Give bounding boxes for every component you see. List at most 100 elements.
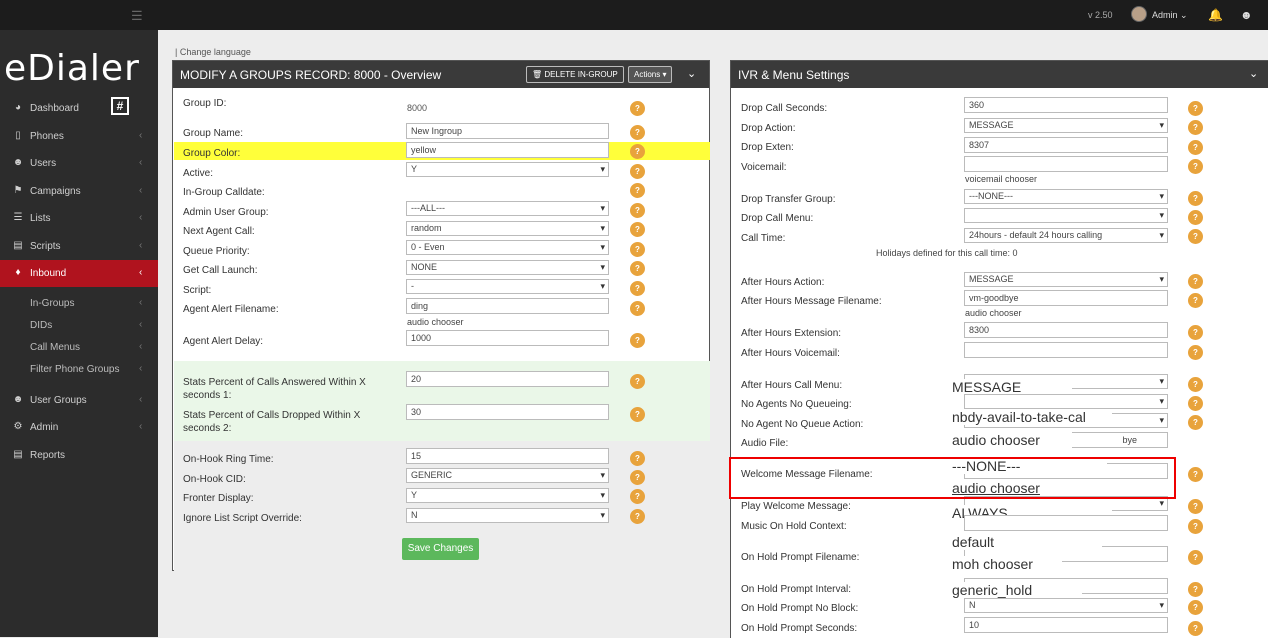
help-icon[interactable]: ? [1188,293,1203,308]
help-icon[interactable]: ? [630,203,645,218]
hold-prompt-seconds-input[interactable]: 10 [964,617,1168,633]
help-icon[interactable]: ? [630,281,645,296]
save-changes-button[interactable]: Save Changes [402,538,479,560]
onhook-cid-select[interactable]: GENERIC [406,468,609,483]
help-icon[interactable]: ? [630,125,645,140]
help-icon[interactable]: ? [1188,101,1203,116]
change-language-link[interactable]: | Change language [175,47,251,57]
help-icon[interactable]: ? [1188,621,1203,636]
group-color-input[interactable]: yellow [406,142,609,158]
sidebar-subitem-dids[interactable]: DIDs [30,320,52,331]
help-icon[interactable]: ? [630,164,645,179]
queue-priority-select[interactable]: 0 - Even [406,240,609,255]
audio-chooser-link[interactable]: audio chooser [407,317,464,327]
sidebar-item-user-groups[interactable]: ☻ User Groups ‹ [0,387,158,414]
avatar[interactable] [1131,6,1147,22]
help-icon[interactable]: ? [1188,345,1203,360]
stats-dropped-input[interactable]: 30 [406,404,609,420]
help-icon[interactable]: ? [630,470,645,485]
user-menu[interactable]: Admin ⌄ [1152,10,1188,21]
help-icon[interactable]: ? [630,333,645,348]
help-icon[interactable]: ? [630,301,645,316]
help-icon[interactable]: ? [1188,120,1203,135]
help-icon[interactable]: ? [630,222,645,237]
hold-prompt-no-block-select[interactable]: N [964,598,1168,613]
help-icon[interactable]: ? [1188,140,1203,155]
help-icon[interactable]: ? [630,101,645,116]
help-icon[interactable]: ? [1188,499,1203,514]
drop-transfer-group-select[interactable]: ---NONE--- [964,189,1168,204]
sidebar-item-scripts[interactable]: ▤ Scripts ‹ [0,233,158,260]
script-select[interactable]: - [406,279,609,294]
sidebar-item-lists[interactable]: ☰ Lists ‹ [0,205,158,232]
sidebar-item-reports[interactable]: ▤ Reports [0,442,158,469]
help-icon[interactable]: ? [1188,415,1203,430]
help-icon[interactable]: ? [1188,274,1203,289]
next-agent-call-select[interactable]: random [406,221,609,236]
after-hours-message-input[interactable]: vm-goodbye [964,290,1168,306]
help-icon[interactable]: ? [630,242,645,257]
help-icon[interactable]: ? [630,374,645,389]
sidebar-item-campaigns[interactable]: ⚑ Campaigns ‹ [0,178,158,205]
chevron-down-icon[interactable]: ⌄ [687,67,696,80]
get-call-launch-select[interactable]: NONE [406,260,609,275]
sidebar-item-dashboard[interactable]: ◕ Dashboard [0,95,158,122]
help-icon[interactable]: ? [1188,325,1203,340]
help-icon[interactable]: ? [1188,377,1203,392]
sidebar-item-inbound[interactable]: ♦ Inbound ‹ [0,260,158,287]
moh-chooser-link[interactable]: moh chooser [952,556,1062,572]
help-icon[interactable]: ? [1188,582,1203,597]
help-icon[interactable]: ? [630,489,645,504]
drop-call-seconds-input[interactable]: 360 [964,97,1168,113]
help-icon[interactable]: ? [1188,229,1203,244]
sidebar-subitem-call-menus[interactable]: Call Menus [30,342,80,353]
after-hours-extension-input[interactable]: 8300 [964,322,1168,338]
group-name-input[interactable]: New Ingroup [406,123,609,139]
moh-context-input[interactable] [964,515,1168,531]
call-time-select[interactable]: 24hours - default 24 hours calling [964,228,1168,243]
sidebar-item-phones[interactable]: ▯ Phones ‹ [0,123,158,150]
active-select[interactable]: Y [406,162,609,177]
sidebar-subitem-in-groups[interactable]: In-Groups [30,298,74,309]
chevron-left-icon: ‹ [139,394,143,405]
audio-chooser-link[interactable]: audio chooser [965,308,1022,318]
help-icon[interactable]: ? [1188,467,1203,482]
stats-answered-input[interactable]: 20 [406,371,609,387]
onhook-ring-time-input[interactable]: 15 [406,448,609,464]
after-hours-action-select[interactable]: MESSAGE [964,272,1168,287]
after-hours-voicemail-input[interactable] [964,342,1168,358]
agent-alert-delay-input[interactable]: 1000 [406,330,609,346]
agent-alert-filename-input[interactable]: ding [406,298,609,314]
bell-icon[interactable]: 🔔 [1208,8,1223,22]
admin-user-group-select[interactable]: ---ALL--- [406,201,609,216]
help-icon[interactable]: ? [1188,191,1203,206]
chevron-down-icon[interactable]: ⌄ [1249,67,1258,80]
help-icon[interactable]: ? [630,144,645,159]
help-icon[interactable]: ? [1188,519,1203,534]
sidebar-item-users[interactable]: ☻ Users ‹ [0,150,158,177]
voicemail-chooser-link[interactable]: voicemail chooser [965,174,1037,184]
drop-action-select[interactable]: MESSAGE [964,118,1168,133]
help-icon[interactable]: ? [1188,600,1203,615]
help-icon[interactable]: ? [1188,159,1203,174]
help-icon[interactable]: ? [630,183,645,198]
voicemail-input[interactable] [964,156,1168,172]
drop-call-menu-select[interactable] [964,208,1168,223]
help-icon[interactable]: ? [630,451,645,466]
fronter-display-select[interactable]: Y [406,488,609,503]
users-icon[interactable]: ☻ [1240,8,1253,22]
help-icon[interactable]: ? [1188,210,1203,225]
help-icon[interactable]: ? [630,509,645,524]
help-icon[interactable]: ? [1188,550,1203,565]
actions-button[interactable]: Actions ▾ [628,66,673,83]
help-icon[interactable]: ? [630,261,645,276]
no-agents-no-queueing-select[interactable] [964,394,1168,409]
help-icon[interactable]: ? [630,407,645,422]
ignore-override-select[interactable]: N [406,508,609,523]
help-icon[interactable]: ? [1188,396,1203,411]
sidebar-subitem-filter-phone-groups[interactable]: Filter Phone Groups [30,364,120,375]
menu-icon[interactable]: ☰ [131,8,143,24]
sidebar-item-admin[interactable]: ⚙ Admin ‹ [0,414,158,441]
drop-exten-input[interactable]: 8307 [964,137,1168,153]
delete-in-group-button[interactable]: 🗑 DELETE IN-GROUP [526,66,624,83]
